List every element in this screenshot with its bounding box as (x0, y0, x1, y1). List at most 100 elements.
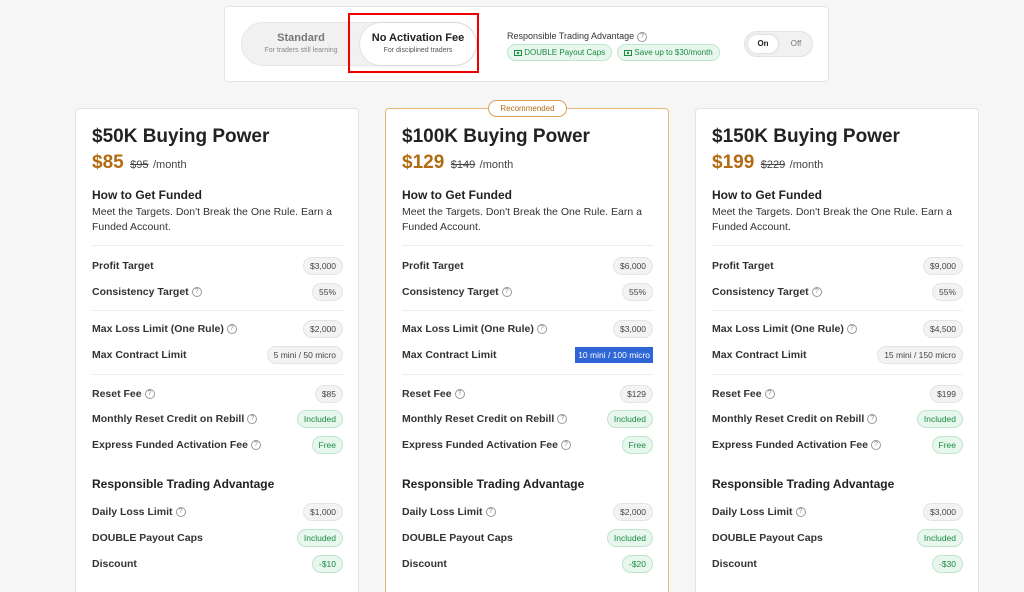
plan-price: $129 $149 /month (402, 152, 513, 174)
help-icon[interactable]: ? (870, 440, 881, 451)
help-icon[interactable]: ? (501, 287, 512, 298)
help-icon[interactable]: ? (144, 389, 155, 400)
row-label: Daily Loss Limit? (402, 506, 496, 518)
help-icon[interactable]: ? (191, 287, 202, 298)
row-label: Express Funded Activation Fee? (92, 439, 261, 451)
row-label: Consistency Target? (402, 286, 512, 298)
max-loss-row: Max Loss Limit (One Rule)? $4,500 (712, 320, 963, 338)
old-price: $149 (450, 159, 476, 171)
rta-toggle[interactable]: On Off (744, 31, 813, 57)
divider (712, 245, 963, 246)
price-period: /month (479, 159, 514, 171)
plan-price: $199 $229 /month (712, 152, 823, 174)
row-label: Discount (712, 558, 757, 570)
row-label: DOUBLE Payout Caps (92, 532, 203, 544)
rta-off-option[interactable]: Off (783, 35, 809, 53)
how-to-get-funded-heading: How to Get Funded (712, 188, 822, 202)
save-badge: Save up to $30/month (617, 44, 720, 61)
row-label: Consistency Target? (712, 286, 822, 298)
row-value: -$10 (311, 555, 343, 573)
divider (402, 310, 653, 311)
help-icon[interactable]: ? (226, 324, 237, 335)
row-label: Max Contract Limit (712, 349, 807, 361)
plan-title: $50K Buying Power (92, 126, 270, 147)
help-icon[interactable]: ? (536, 324, 547, 335)
divider (92, 374, 343, 375)
row-label: Max Loss Limit (One Rule)? (92, 323, 237, 335)
help-icon[interactable]: ? (250, 440, 261, 451)
row-label: Max Loss Limit (One Rule)? (712, 323, 857, 335)
row-value: Included (916, 529, 963, 547)
standard-option[interactable]: Standard For traders still learning (242, 23, 360, 65)
reset-credit-row: Monthly Reset Credit on Rebill? Included (712, 410, 963, 428)
old-price: $229 (760, 159, 786, 171)
row-value: Free (931, 436, 963, 454)
max-loss-row: Max Loss Limit (One Rule)? $3,000 (402, 320, 653, 338)
row-value: -$20 (621, 555, 653, 573)
rta-on-option[interactable]: On (748, 35, 778, 53)
divider (402, 374, 653, 375)
row-label: Monthly Reset Credit on Rebill? (712, 413, 878, 425)
how-to-get-funded-heading: How to Get Funded (92, 188, 202, 202)
row-label: Express Funded Activation Fee? (712, 439, 881, 451)
row-value: $6,000 (613, 257, 653, 275)
row-value: -$30 (931, 555, 963, 573)
money-icon (624, 49, 633, 56)
row-value: $2,000 (303, 320, 343, 338)
help-icon[interactable]: ? (560, 440, 571, 451)
max-contract-row: Max Contract Limit 15 mini / 150 micro (712, 346, 963, 364)
profit-target-row: Profit Target $3,000 (92, 257, 343, 275)
recommended-badge: Recommended (488, 100, 567, 117)
how-to-get-funded-text: Meet the Targets. Don't Break the One Ru… (402, 206, 642, 233)
max-loss-row: Max Loss Limit (One Rule)? $2,000 (92, 320, 343, 338)
row-value: $4,500 (923, 320, 963, 338)
row-value: 10 mini / 100 micro (575, 347, 653, 363)
row-value: Free (621, 436, 653, 454)
current-price: $85 (92, 152, 124, 173)
help-icon[interactable]: ? (846, 324, 857, 335)
express-funded-row: Express Funded Activation Fee? Free (402, 436, 653, 454)
row-label: Express Funded Activation Fee? (402, 439, 571, 451)
row-label: Reset Fee? (402, 388, 465, 400)
row-label: Daily Loss Limit? (92, 506, 186, 518)
help-icon[interactable]: ? (557, 414, 568, 425)
reset-credit-row: Monthly Reset Credit on Rebill? Included (92, 410, 343, 428)
help-icon[interactable]: ? (811, 287, 822, 298)
plan-price: $85 $95 /month (92, 152, 187, 174)
help-icon[interactable]: ? (867, 414, 878, 425)
divider (712, 374, 963, 375)
row-value: 55% (311, 283, 343, 301)
help-icon[interactable]: ? (795, 507, 806, 518)
save-text: Save up to $30/month (634, 48, 713, 57)
row-label: Profit Target (712, 260, 774, 272)
help-icon[interactable]: ? (637, 31, 648, 42)
row-value: Included (296, 529, 343, 547)
row-value: $3,000 (923, 503, 963, 521)
row-value: 55% (621, 283, 653, 301)
row-value: 55% (931, 283, 963, 301)
daily-loss-row: Daily Loss Limit? $2,000 (402, 503, 653, 521)
price-period: /month (152, 159, 187, 171)
profit-target-row: Profit Target $6,000 (402, 257, 653, 275)
standard-title: Standard (277, 32, 325, 44)
row-value: Included (916, 410, 963, 428)
row-value: $85 (314, 385, 343, 403)
money-icon (514, 49, 522, 56)
daily-loss-row: Daily Loss Limit? $1,000 (92, 503, 343, 521)
row-label: Max Contract Limit (402, 349, 497, 361)
express-funded-row: Express Funded Activation Fee? Free (92, 436, 343, 454)
row-label: Discount (92, 558, 137, 570)
help-icon[interactable]: ? (454, 389, 465, 400)
help-icon[interactable]: ? (247, 414, 258, 425)
rta-heading: Responsible Trading Advantage (402, 477, 585, 491)
help-icon[interactable]: ? (764, 389, 775, 400)
help-icon[interactable]: ? (175, 507, 186, 518)
highlight-box (348, 13, 479, 73)
help-icon[interactable]: ? (485, 507, 496, 518)
double-payout-caps-badge: DOUBLE Payout Caps (507, 44, 613, 61)
row-value: $3,000 (613, 320, 653, 338)
row-value: Included (296, 410, 343, 428)
row-value: $3,000 (303, 257, 343, 275)
row-value: $2,000 (613, 503, 653, 521)
plan-options-bar: Standard For traders still learning No A… (224, 6, 829, 82)
